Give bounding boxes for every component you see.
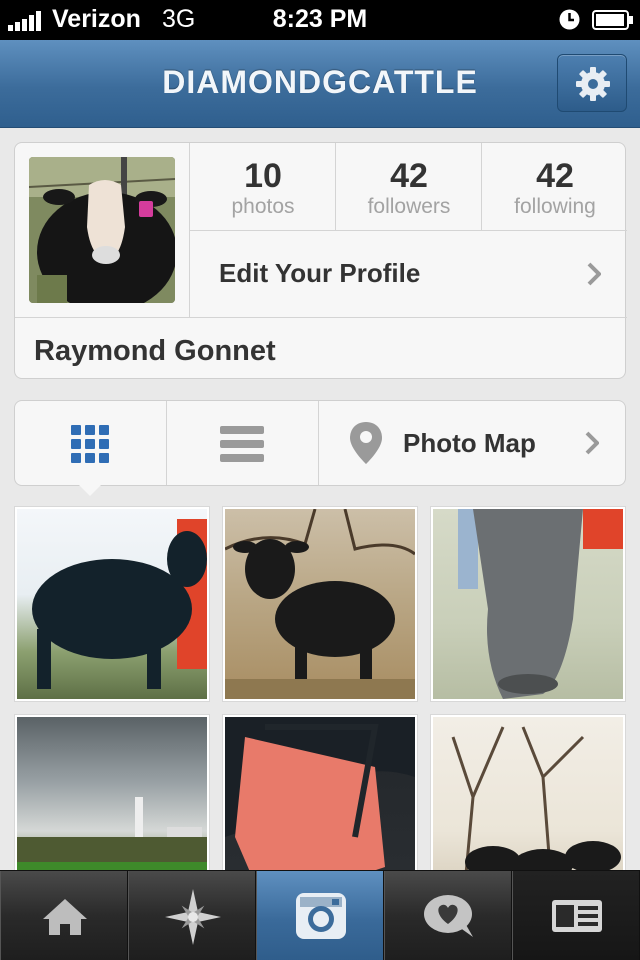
- divider: [15, 317, 627, 318]
- home-icon: [43, 899, 87, 935]
- tab-news[interactable]: [384, 871, 512, 960]
- settings-button[interactable]: [557, 54, 627, 112]
- tab-home[interactable]: [0, 871, 128, 960]
- photo-thumbnail[interactable]: [14, 506, 210, 702]
- photo-image: [32, 519, 207, 689]
- grid-icon: [71, 425, 109, 463]
- tab-explore[interactable]: [128, 871, 256, 960]
- status-bar: Verizon 3G 8:23 PM: [0, 0, 640, 40]
- photo-thumbnail[interactable]: [222, 506, 418, 702]
- stat-followers[interactable]: 42 followers: [336, 143, 482, 231]
- list-view-button[interactable]: [167, 401, 318, 485]
- stat-following[interactable]: 42 following: [482, 143, 628, 231]
- photo-image: [225, 509, 415, 699]
- chevron-right-icon: [587, 262, 601, 286]
- view-toggle-bar: Photo Map: [14, 400, 626, 486]
- alarm-clock-icon: [559, 9, 580, 30]
- profile-card-icon: [552, 900, 602, 932]
- following-count: 42: [536, 157, 574, 195]
- edit-profile-button[interactable]: Edit Your Profile: [190, 231, 627, 317]
- profile-card: 10 photos 42 followers 42 following Edit…: [14, 142, 628, 379]
- avatar-photo: [29, 157, 175, 303]
- battery-icon: [592, 10, 633, 30]
- news-heart-icon: [424, 895, 473, 937]
- followers-count: 42: [390, 157, 428, 195]
- avatar[interactable]: [29, 157, 175, 303]
- tab-camera[interactable]: [256, 871, 384, 960]
- gear-icon: [576, 67, 610, 101]
- photos-count: 10: [244, 157, 282, 195]
- camera-icon: [296, 893, 346, 939]
- photo-thumbnail[interactable]: [430, 506, 626, 702]
- tab-bar: [0, 870, 640, 960]
- chevron-right-icon: [585, 431, 599, 455]
- stat-photos[interactable]: 10 photos: [190, 143, 336, 231]
- explore-star-icon: [165, 889, 221, 945]
- grid-view-button[interactable]: [15, 401, 166, 485]
- photo-image: [458, 509, 623, 699]
- photos-label: photos: [231, 195, 295, 218]
- full-name: Raymond Gonnet: [34, 335, 276, 367]
- photo-map-label: Photo Map: [403, 428, 536, 458]
- map-pin-icon: [350, 422, 382, 464]
- selected-view-pointer: [78, 484, 102, 496]
- list-icon: [220, 426, 264, 462]
- photo-map-button[interactable]: Photo Map: [319, 401, 625, 485]
- nav-bar: DIAMONDGCATTLE: [0, 40, 640, 128]
- followers-label: followers: [367, 195, 451, 218]
- following-label: following: [514, 195, 596, 218]
- page-title: DIAMONDGCATTLE: [162, 64, 478, 100]
- tab-profile[interactable]: [512, 871, 640, 960]
- edit-profile-label: Edit Your Profile: [219, 258, 421, 288]
- status-time: 8:23 PM: [272, 5, 368, 33]
